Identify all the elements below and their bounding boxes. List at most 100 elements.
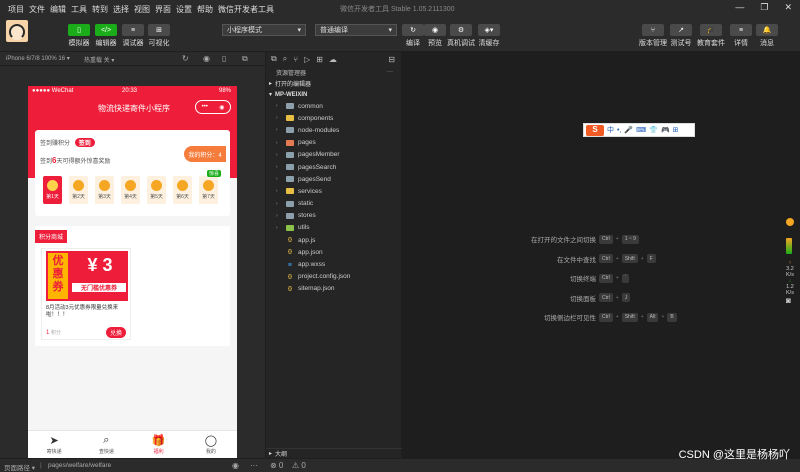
avatar[interactable] xyxy=(6,20,28,42)
split-icon[interactable]: ⊟ xyxy=(388,55,395,64)
keyboard-icon[interactable]: ⌨ xyxy=(636,126,646,134)
sign-day[interactable]: 第6天 xyxy=(173,176,192,204)
clear-cache-button[interactable]: ◈▾ 清缓存 xyxy=(478,24,500,48)
details-button[interactable]: ≡ 详情 xyxy=(730,24,752,48)
project-section[interactable]: ▾ MP-WEIXIN xyxy=(266,89,401,100)
sign-day[interactable]: 第4天 xyxy=(121,176,140,204)
sign-tip: 签到6天可得额外惊喜奖励 xyxy=(40,156,111,165)
camera-icon[interactable]: ◙ xyxy=(786,296,791,305)
more-icon[interactable]: ··· xyxy=(387,69,393,75)
grid-icon[interactable]: ⊞ xyxy=(673,126,679,134)
menu-item[interactable]: 工具 xyxy=(71,4,87,15)
tree-item[interactable]: › components xyxy=(266,112,401,124)
warning-icon[interactable]: ⚠ 0 xyxy=(292,461,306,470)
cloud-icon[interactable]: ☁ xyxy=(329,55,337,64)
notification-icon[interactable] xyxy=(786,218,794,226)
more-icon[interactable]: ••• xyxy=(202,104,208,110)
version-button[interactable]: ⑂ 版本管理 xyxy=(639,24,667,48)
menu-item[interactable]: 视图 xyxy=(134,4,150,15)
tree-item[interactable]: › node-modules xyxy=(266,124,401,136)
tree-item[interactable]: {} project.config.json xyxy=(266,271,401,283)
menu-item[interactable]: 界面 xyxy=(155,4,171,15)
tree-item[interactable]: › pages xyxy=(266,137,401,149)
sign-day[interactable]: 第7天 惊喜 xyxy=(199,170,221,204)
maximize-icon[interactable]: ❐ xyxy=(760,2,768,13)
error-icon[interactable]: ⊗ 0 xyxy=(270,461,283,470)
hotreload-select[interactable]: 热重载 关 ▾ xyxy=(84,55,114,64)
sign-button[interactable]: 签到 xyxy=(74,138,95,147)
tree-item[interactable]: › stores xyxy=(266,210,401,222)
menu-item[interactable]: 文件 xyxy=(29,4,45,15)
source-control-icon[interactable]: ⑂ xyxy=(293,55,298,64)
menu-item[interactable]: 转到 xyxy=(92,4,108,15)
skin-icon[interactable]: 👕 xyxy=(649,126,658,134)
simulator-button[interactable]: ▯ 模拟器 xyxy=(68,24,90,48)
popout-icon[interactable]: ⧉ xyxy=(242,54,248,64)
ime-lang[interactable]: 中 xyxy=(607,125,614,135)
menu-item[interactable]: 选择 xyxy=(113,4,129,15)
compile-button[interactable]: ↻ 编译 xyxy=(402,24,424,48)
tree-item[interactable]: › pagesSend xyxy=(266,173,401,185)
visual-button[interactable]: ⊞ 可视化 xyxy=(148,24,170,48)
plus-sign: + xyxy=(615,314,619,320)
menu-item[interactable]: 微信开发者工具 xyxy=(218,4,274,15)
tree-item[interactable]: › utils xyxy=(266,222,401,234)
edu-button[interactable]: 🎓 教育套件 xyxy=(697,24,725,48)
sign-day[interactable]: 第2天 xyxy=(69,176,88,204)
preview-button[interactable]: ◉ 预览 xyxy=(424,24,446,48)
minimize-icon[interactable]: — xyxy=(735,2,744,13)
debug-icon[interactable]: ▷ xyxy=(304,55,310,64)
rotate-icon[interactable]: ↻ xyxy=(182,54,189,63)
coupon-item[interactable]: 优惠券 ¥ 3 无门槛优惠券 8月活动3元优惠券限量兑换来啦！！！ 1 积分 兑… xyxy=(41,248,131,340)
search-icon[interactable]: ⌕ xyxy=(283,54,287,64)
tree-item[interactable]: › pagesMember xyxy=(266,149,401,161)
files-icon[interactable]: ⧉ xyxy=(271,54,277,64)
mode-select[interactable]: 小程序模式 ▾ xyxy=(222,24,306,36)
remote-debug-button[interactable]: ⚙ 真机调试 xyxy=(447,24,475,48)
device-select[interactable]: iPhone 6/7/8 100% 16 ▾ xyxy=(6,55,70,62)
sign-day[interactable]: 第5天 xyxy=(147,176,166,204)
game-icon[interactable]: 🎮 xyxy=(661,126,670,134)
tab-welfare[interactable]: 🎁 福利 xyxy=(133,431,185,458)
tab-mine[interactable]: ◯ 我的 xyxy=(185,431,237,458)
more-icon[interactable]: ··· xyxy=(250,461,258,470)
tree-item[interactable]: {} sitemap.json xyxy=(266,283,401,295)
tree-item[interactable]: › services xyxy=(266,185,401,197)
menu-item[interactable]: 设置 xyxy=(176,4,192,15)
extensions-icon[interactable]: ⊞ xyxy=(316,55,323,64)
chevron-down-icon: ▾ xyxy=(388,27,392,34)
tab-track[interactable]: ⌕ 查快递 xyxy=(80,431,132,458)
menu-item[interactable]: 帮助 xyxy=(197,4,213,15)
open-editors-section[interactable]: ▸ 打开的编辑器 xyxy=(266,78,401,89)
tree-item[interactable]: › pagesSearch xyxy=(266,161,401,173)
close-icon[interactable]: ◉ xyxy=(219,104,224,111)
tree-item[interactable]: › static xyxy=(266,198,401,210)
tree-item[interactable]: {} app.json xyxy=(266,246,401,258)
messages-button[interactable]: 🔔 消息 xyxy=(756,24,778,48)
sign-day[interactable]: 第1天 xyxy=(43,176,62,204)
ime-toolbar[interactable]: S 中 •, 🎤 ⌨ 👕 🎮 ⊞ xyxy=(583,123,695,137)
path-label[interactable]: 页面路径 ▾ xyxy=(4,462,35,472)
phone-icon[interactable]: ▯ xyxy=(222,54,226,63)
compile-select[interactable]: 普通编译 ▾ xyxy=(315,24,397,36)
right-strip: ↑ 3.2 K/s ↓ 1.2 K/s ◙ xyxy=(780,52,800,458)
tree-item[interactable]: › common xyxy=(266,100,401,112)
tree-item[interactable]: {} app.js xyxy=(266,234,401,246)
eye-icon[interactable]: ◉ xyxy=(232,461,239,470)
my-points[interactable]: 我的积分：4 xyxy=(184,146,226,162)
outline-section[interactable]: ▸ 大纲 xyxy=(266,448,403,458)
test-account-button[interactable]: ↗ 测试号 xyxy=(670,24,692,48)
editor-button[interactable]: </> 编辑器 xyxy=(95,24,117,48)
capsule-button[interactable]: ••• ◉ xyxy=(195,100,231,114)
tab-send[interactable]: ➤ 寄快递 xyxy=(28,431,80,458)
exchange-button[interactable]: 兑换 xyxy=(105,327,126,338)
close-icon[interactable]: ✕ xyxy=(784,2,792,13)
sign-day[interactable]: 第3天 xyxy=(95,176,114,204)
tree-item[interactable]: ≋ app.wxss xyxy=(266,258,401,270)
record-icon[interactable]: ◉ xyxy=(203,54,210,63)
menu-item[interactable]: 项目 xyxy=(8,4,24,15)
mic-icon[interactable]: 🎤 xyxy=(624,126,633,134)
menu-item[interactable]: 编辑 xyxy=(50,4,66,15)
punct-icon[interactable]: •, xyxy=(617,127,621,134)
debugger-button[interactable]: ≡ 调试器 xyxy=(122,24,144,48)
